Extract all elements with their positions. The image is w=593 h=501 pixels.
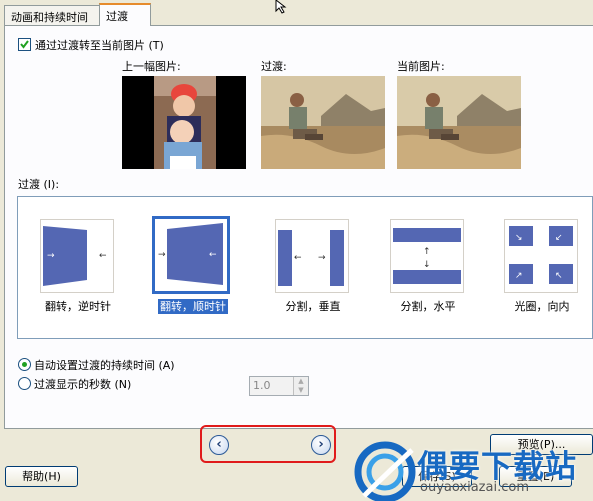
- svg-text:←: ←: [294, 253, 302, 263]
- auto-duration-label: 自动设置过渡的持续时间 (A): [34, 359, 175, 372]
- tab-label: 过渡: [106, 10, 128, 23]
- split-horizontal-icon: ↑ ↓: [393, 228, 461, 284]
- nav-highlight-box: ‹ ›: [200, 425, 336, 463]
- svg-text:↓: ↓: [423, 260, 431, 270]
- transition-preview-thumbnail: [261, 76, 385, 169]
- svg-text:↖: ↖: [555, 271, 563, 281]
- transition-item-flip-clockwise[interactable]: → ← 翻转，顺时针: [152, 216, 231, 329]
- flip-counterclockwise-icon: → ←: [43, 226, 107, 286]
- checkmark-icon: [20, 40, 29, 49]
- transition-item-label: 分割，垂直: [285, 300, 341, 313]
- transition-item-split-horizontal[interactable]: ↑ ↓ 分割，水平: [390, 219, 464, 329]
- transition-item-split-vertical[interactable]: ← → 分割，垂直: [275, 219, 351, 329]
- watermark-logo-icon: [354, 441, 416, 501]
- transition-gallery: → ← 翻转，逆时针 → ← 翻转，顺时针 ← → 分割，垂直 ↑ ↓ 分割，水…: [17, 196, 593, 339]
- transition-item-label: 翻转，顺时针: [158, 299, 228, 314]
- help-button[interactable]: 帮助(H): [5, 466, 78, 487]
- transition-item-label: 翻转，逆时针: [45, 300, 111, 313]
- transition-item-flip-counterclockwise[interactable]: → ← 翻转，逆时针: [40, 219, 116, 329]
- svg-text:→: →: [47, 251, 55, 261]
- current-image-label: 当前图片:: [397, 60, 445, 73]
- svg-text:→: →: [158, 250, 166, 260]
- previous-image-thumbnail: [122, 76, 246, 169]
- seconds-value: 1.0: [253, 379, 271, 392]
- previous-image-label: 上一幅图片:: [122, 60, 181, 73]
- transition-item-label: 分割，水平: [400, 300, 456, 313]
- transition-gallery-label: 过渡 (I):: [18, 178, 60, 191]
- transition-item-iris-in[interactable]: ↘ ↙ ↗ ↖ 光圈，向内: [504, 219, 580, 329]
- flip-clockwise-icon: → ←: [158, 223, 223, 285]
- auto-duration-radio[interactable]: [18, 358, 31, 371]
- seconds-spinner[interactable]: 1.0 ▲ ▼: [249, 376, 309, 396]
- svg-text:→: →: [318, 253, 326, 263]
- tab-label: 动画和持续时间: [11, 11, 88, 24]
- transition-checkbox[interactable]: [18, 38, 31, 51]
- tab-transition[interactable]: 过渡: [99, 3, 151, 26]
- mouse-cursor-icon: [275, 0, 287, 14]
- arrow-right-icon[interactable]: ›: [311, 435, 331, 455]
- arrow-left-icon[interactable]: ‹: [209, 435, 229, 455]
- transition-checkbox-label: 通过过渡转至当前图片 (T): [35, 39, 164, 52]
- current-image-thumbnail: [397, 76, 521, 169]
- iris-in-icon: ↘ ↙ ↗ ↖: [509, 226, 573, 284]
- tab-animation-duration[interactable]: 动画和持续时间: [4, 5, 101, 25]
- svg-text:↗: ↗: [515, 271, 523, 281]
- svg-text:←: ←: [99, 251, 107, 261]
- transition-item-label: 光圈，向内: [514, 300, 570, 313]
- watermark-url: ouyaoxiazai.com: [420, 480, 529, 495]
- spin-up-icon[interactable]: ▲: [293, 377, 308, 386]
- transition-preview-label: 过渡:: [261, 60, 287, 73]
- radio-selected-dot: [22, 362, 27, 367]
- svg-text:↙: ↙: [555, 233, 563, 243]
- spin-down-icon[interactable]: ▼: [293, 386, 308, 395]
- seconds-label: 过渡显示的秒数 (N): [34, 378, 132, 391]
- seconds-radio[interactable]: [18, 377, 31, 390]
- svg-text:↘: ↘: [515, 233, 523, 243]
- svg-text:←: ←: [209, 250, 217, 260]
- svg-text:↑: ↑: [423, 247, 431, 257]
- split-vertical-icon: ← →: [278, 230, 344, 286]
